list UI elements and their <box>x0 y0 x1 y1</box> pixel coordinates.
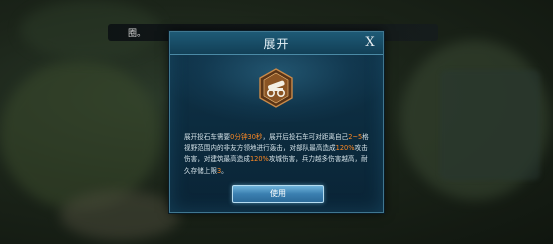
background-status-text: 圈。 <box>128 29 147 39</box>
building-damage-value: 120% <box>249 155 269 164</box>
attack-range: 2~5 <box>348 133 363 141</box>
use-button[interactable]: 使用 <box>232 185 324 203</box>
description-text: ，展开后投石车可对距离自己 <box>262 133 349 141</box>
troop-damage-value: 120% <box>335 144 355 153</box>
dialog-title: 展开 <box>263 37 290 51</box>
background-terrain <box>0 60 160 210</box>
deploy-dialog: 展开 X 展开投石车需要0分钟30秒，展开后投石车可对距离自己2~5格视野范围内… <box>169 31 384 213</box>
deploy-time: 0分钟30秒 <box>230 133 263 141</box>
dialog-description: 展开投石车需要0分钟30秒，展开后投石车可对距离自己2~5格视野范围内的非友方领… <box>184 132 372 177</box>
close-button[interactable]: X <box>363 35 377 50</box>
cannon-icon <box>258 68 294 108</box>
description-text: 。 <box>221 166 228 175</box>
background-panel <box>440 70 540 180</box>
description-text: 展开投石车需要 <box>184 133 231 141</box>
background-terrain <box>60 190 180 240</box>
dialog-title-bar: 展开 X <box>170 32 383 55</box>
